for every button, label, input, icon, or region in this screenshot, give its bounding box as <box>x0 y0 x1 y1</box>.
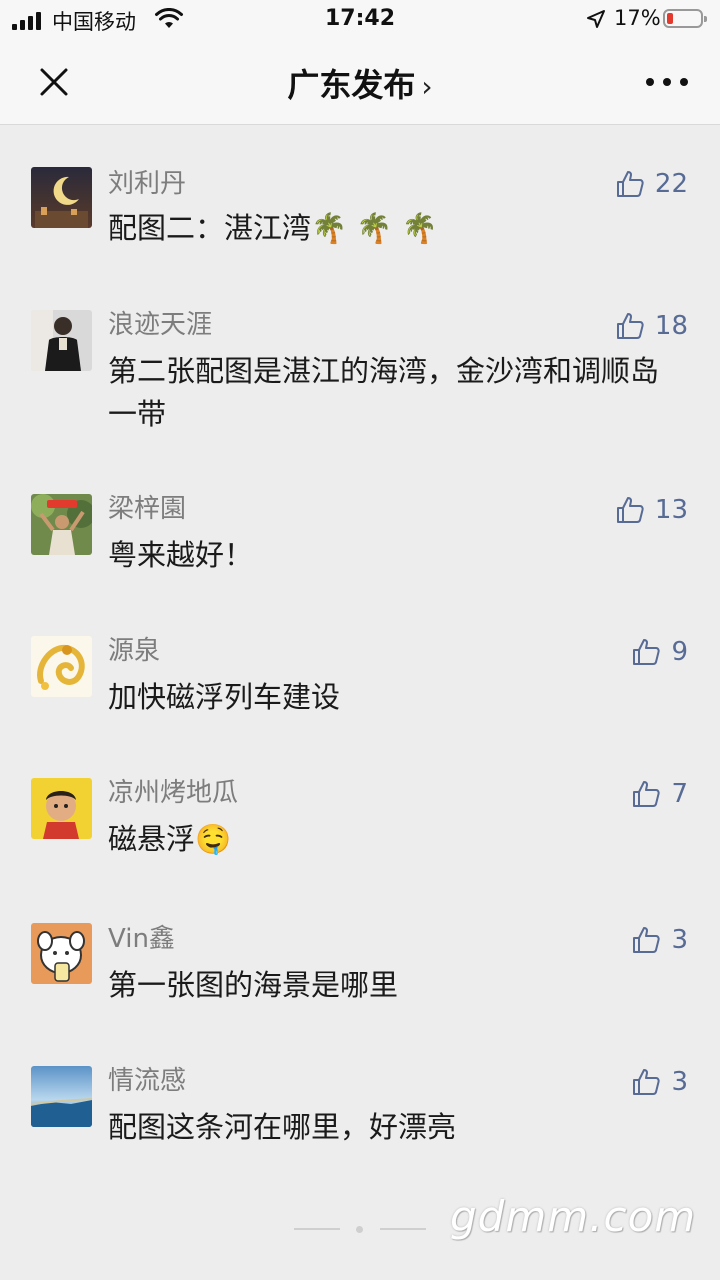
more-icon[interactable] <box>646 78 690 88</box>
battery-percent: 17% <box>614 6 661 30</box>
status-bar: 中国移动 17:42 17% <box>0 0 720 40</box>
commenter-name: 梁梓園 <box>108 494 187 524</box>
watermark: gdmm.com <box>450 1192 697 1241</box>
thumbs-up-icon <box>633 927 661 953</box>
chevron-right-icon: › <box>421 70 433 103</box>
like-count: 18 <box>654 311 688 341</box>
comment-text: 磁悬浮🤤 <box>108 822 232 856</box>
avatar[interactable] <box>31 310 92 371</box>
comment-text: 粤来越好！ <box>108 538 254 572</box>
account-name: 广东发布 <box>287 66 416 104</box>
thumbs-up-icon <box>633 781 661 807</box>
account-title[interactable]: 广东发布 › <box>0 60 720 106</box>
like-button[interactable]: 13 <box>615 493 688 527</box>
like-count: 7 <box>671 779 688 809</box>
nav-bar: 广东发布 › <box>0 40 720 125</box>
avatar[interactable] <box>31 636 92 697</box>
like-count: 9 <box>671 637 688 667</box>
thumbs-up-icon <box>616 497 644 523</box>
comment-text: 第二张配图是湛江的海湾，金沙湾和调顺岛一带 <box>108 354 660 431</box>
comment-text: 第一张图的海景是哪里 <box>108 968 399 1002</box>
like-count: 22 <box>654 169 688 199</box>
thumbs-up-icon <box>616 313 644 339</box>
location-arrow-icon <box>587 10 605 28</box>
commenter-name: 刘利丹 <box>108 169 187 199</box>
loading-indicator <box>294 1226 428 1233</box>
avatar[interactable] <box>31 923 92 984</box>
commenter-name: 浪迹天涯 <box>108 310 213 340</box>
commenter-name: Vin鑫 <box>108 924 175 954</box>
thumbs-up-icon <box>633 639 661 665</box>
thumbs-up-icon <box>616 171 644 197</box>
commenter-name: 情流感 <box>108 1066 187 1096</box>
comment-text: 配图二：湛江湾🌴 🌴 🌴 <box>108 211 438 245</box>
battery-icon <box>663 9 707 28</box>
comment-text: 加快磁浮列车建设 <box>108 680 341 714</box>
like-button[interactable]: 3 <box>631 923 688 957</box>
like-button[interactable]: 3 <box>631 1065 688 1099</box>
clock: 17:42 <box>324 6 396 31</box>
thumbs-up-icon <box>633 1069 661 1095</box>
like-count: 3 <box>671 925 688 955</box>
like-count: 13 <box>654 495 688 525</box>
like-button[interactable]: 18 <box>615 309 688 343</box>
avatar[interactable] <box>31 167 92 228</box>
comment-text: 配图这条河在哪里，好漂亮 <box>108 1110 457 1144</box>
commenter-name: 源泉 <box>108 636 161 666</box>
like-button[interactable]: 9 <box>631 635 688 669</box>
like-button[interactable]: 7 <box>631 777 688 811</box>
like-button[interactable]: 22 <box>615 167 688 201</box>
like-count: 3 <box>671 1067 688 1097</box>
commenter-name: 凉州烤地瓜 <box>108 778 239 808</box>
avatar[interactable] <box>31 778 92 839</box>
avatar[interactable] <box>31 1066 92 1127</box>
avatar[interactable] <box>31 494 92 555</box>
